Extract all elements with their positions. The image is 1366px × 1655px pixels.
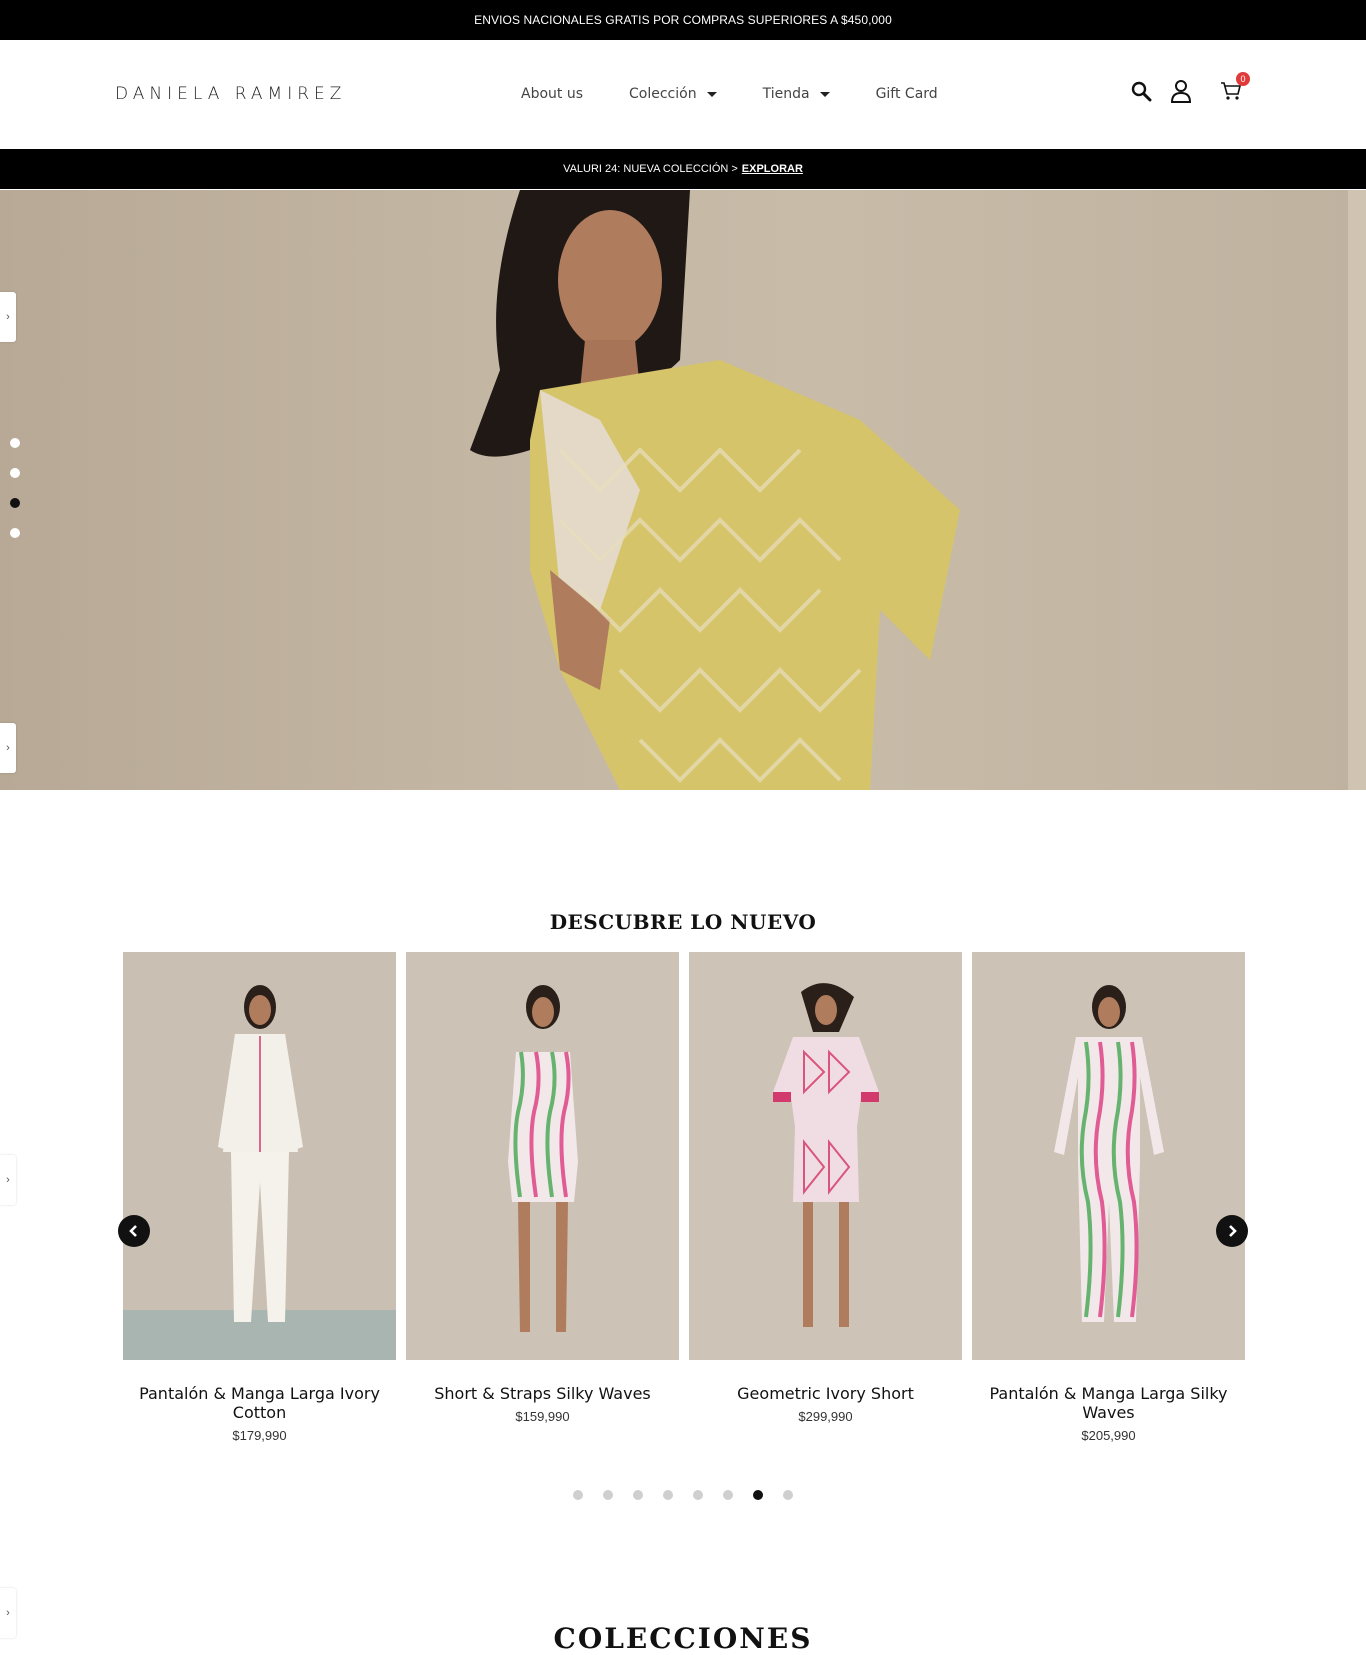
cart-button[interactable]: 0 [1218,72,1250,104]
nav-gift-card[interactable]: Gift Card [876,86,938,102]
product-title[interactable]: Short & Straps Silky Waves [406,1384,679,1403]
product-image[interactable] [689,952,962,1360]
carousel-dot[interactable] [663,1490,673,1500]
collection-promo-bar: VALURI 24: NUEVA COLECCIÓN > EXPLORAR [0,149,1366,189]
promo-explore-link[interactable]: EXPLORAR [742,163,803,175]
chevron-right-icon: › [6,311,10,323]
product-title[interactable]: Geometric Ivory Short [689,1384,962,1403]
shipping-announcement-text: ENVIOS NACIONALES GRATIS POR COMPRAS SUP… [474,13,892,27]
user-icon [1170,80,1192,103]
chevron-right-icon: › [6,1607,10,1619]
product-card[interactable]: Pantalón & Manga Larga Silky Waves $205,… [972,952,1245,1443]
product-price: $179,990 [232,1428,287,1443]
product-card[interactable]: Pantalón & Manga Larga Ivory Cotton $179… [123,952,396,1443]
hero-image [470,190,960,790]
product-price: $205,990 [1081,1428,1136,1443]
account-button[interactable] [1168,78,1194,104]
new-arrivals-title: DESCUBRE LO NUEVO [549,910,817,934]
carousel-next-button[interactable] [1216,1215,1248,1247]
nav-tienda-label: Tienda [762,86,810,102]
product-title[interactable]: Pantalón & Manga Larga Ivory Cotton [123,1384,396,1422]
carousel-prev-button[interactable] [118,1215,150,1247]
nav-about-us[interactable]: About us [521,86,583,102]
chevron-right-icon [1229,1225,1237,1237]
main-nav: About us Colección Tienda Gift Card [521,86,984,102]
carousel-dot-active[interactable] [753,1490,763,1500]
carousel-dot[interactable] [723,1490,733,1500]
search-button[interactable] [1128,78,1154,104]
hero-pagination [10,438,20,538]
search-icon [1131,81,1152,102]
chevron-right-icon: › [6,1174,10,1186]
product-photo-geometric [689,952,962,1360]
product-photo-ivory [123,952,396,1360]
carousel-dot[interactable] [693,1490,703,1500]
caret-down-icon [706,91,717,97]
nav-gift-card-label: Gift Card [875,86,938,102]
side-drawer-tab[interactable]: › [0,292,16,342]
carousel-dot[interactable] [603,1490,613,1500]
site-header: DANIELA RAMIREZ About us Colección Tiend… [0,40,1366,148]
nav-about-us-label: About us [521,86,584,102]
carousel-dot[interactable] [633,1490,643,1500]
product-photo-waves-long [972,952,1245,1360]
promo-text: VALURI 24: NUEVA COLECCIÓN > [563,163,738,175]
nav-coleccion-label: Colección [629,86,697,102]
product-card[interactable]: Geometric Ivory Short $299,990 [689,952,962,1424]
product-image[interactable] [123,952,396,1360]
caret-down-icon [819,91,830,97]
header-actions: 0 [1128,72,1258,104]
hero-dot-1[interactable] [10,438,20,448]
nav-coleccion[interactable]: Colección [629,86,717,102]
nav-tienda[interactable]: Tienda [763,86,830,102]
side-drawer-tab[interactable]: › [0,723,16,773]
brand-logo[interactable]: DANIELA RAMIREZ [115,84,346,104]
cart-count-badge: 0 [1236,72,1250,86]
carousel-pagination [0,1490,1366,1500]
product-title[interactable]: Pantalón & Manga Larga Silky Waves [972,1384,1245,1422]
hero-dot-2[interactable] [10,468,20,478]
hero-dot-3[interactable] [10,498,20,508]
chevron-right-icon: › [6,742,10,754]
product-image[interactable] [972,952,1245,1360]
carousel-dot[interactable] [573,1490,583,1500]
hero-next-slide-peek [1348,190,1366,790]
hero-slider [0,190,1366,790]
product-photo-waves-short [406,952,679,1360]
product-carousel: Pantalón & Manga Larga Ivory Cotton $179… [123,952,1245,1443]
product-card[interactable]: Short & Straps Silky Waves $159,990 [406,952,679,1424]
chevron-left-icon [129,1225,137,1237]
collections-title: COLECCIONES [553,1622,813,1655]
hero-dot-4[interactable] [10,528,20,538]
carousel-dot[interactable] [783,1490,793,1500]
product-image[interactable] [406,952,679,1360]
product-price: $299,990 [798,1409,853,1424]
shipping-announcement-bar: ENVIOS NACIONALES GRATIS POR COMPRAS SUP… [0,0,1366,40]
side-drawer-tab[interactable]: › [0,1155,16,1205]
product-price: $159,990 [515,1409,570,1424]
